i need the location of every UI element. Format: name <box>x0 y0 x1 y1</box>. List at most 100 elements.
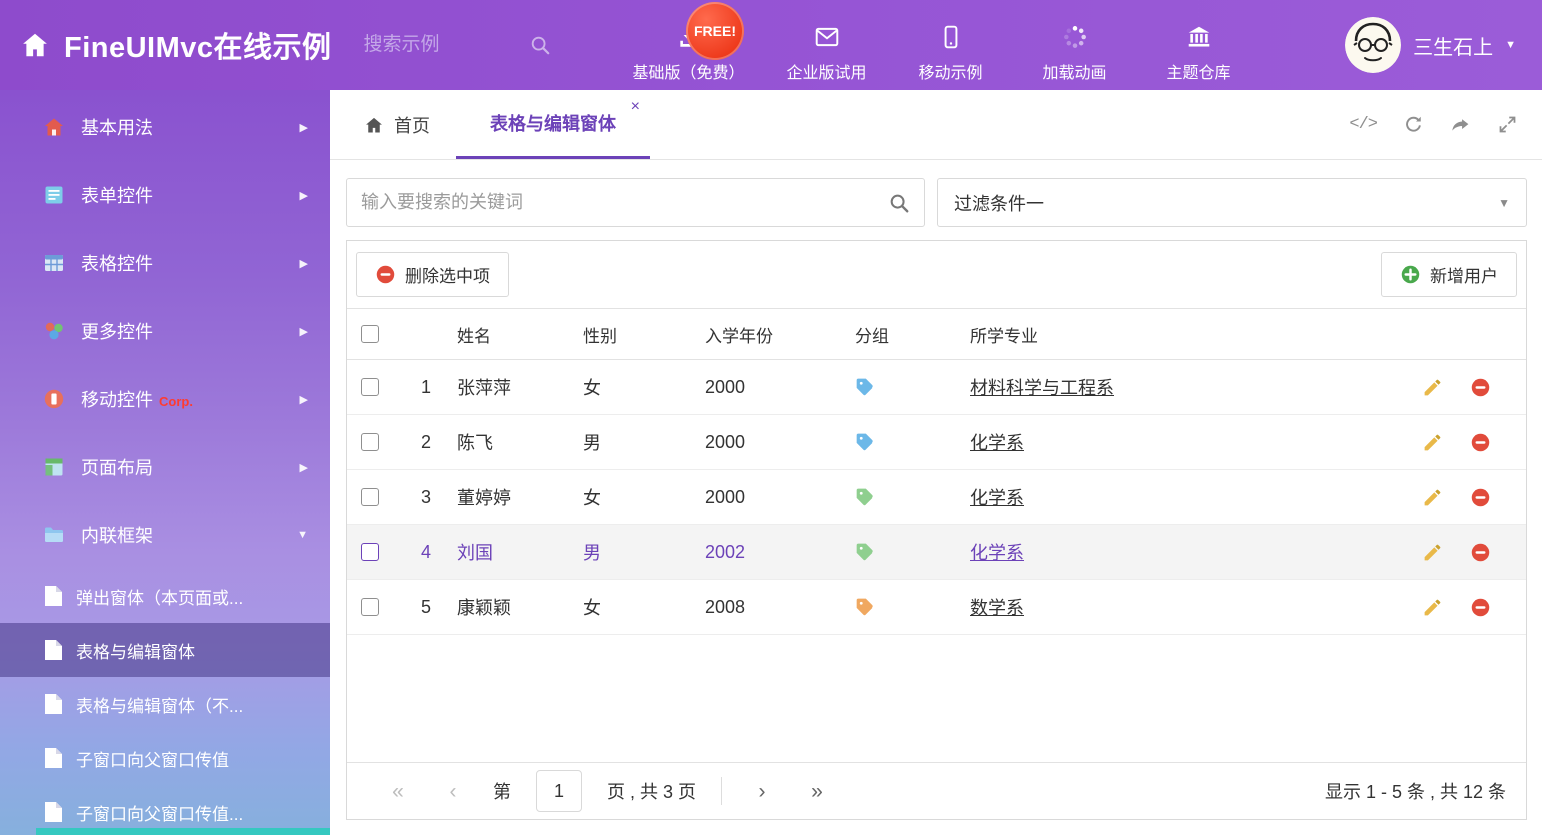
chevron-right-icon: ▶ <box>300 121 308 134</box>
major-link[interactable]: 化学系 <box>970 488 1024 508</box>
cell-name: 董婷婷 <box>449 484 575 510</box>
edit-button[interactable] <box>1422 432 1443 453</box>
header-major: 所学专业 <box>962 322 1414 347</box>
sidebar-item-label: 移动控件 <box>81 386 153 412</box>
view-source-icon[interactable]: </> <box>1349 115 1377 134</box>
delete-button[interactable] <box>1470 542 1491 563</box>
nav-loading-animation[interactable]: 加载动画 <box>1033 24 1117 83</box>
form-icon <box>42 183 66 207</box>
nav-enterprise-trial[interactable]: 企业版试用 <box>785 24 869 83</box>
brand[interactable]: FineUIMvc在线示例 <box>0 24 332 66</box>
sidebar-subitem-child-to-parent[interactable]: 子窗口向父窗口传值 <box>0 731 330 785</box>
sidebar-item-table-controls[interactable]: 表格控件 ▶ <box>0 229 330 297</box>
last-page-button[interactable]: » <box>802 781 832 802</box>
grid-toolbar: 删除选中项 新增用户 <box>347 241 1526 308</box>
app-title: FineUIMvc在线示例 <box>64 24 332 66</box>
cell-gender: 女 <box>575 484 697 510</box>
share-icon[interactable] <box>1450 114 1471 135</box>
minus-circle-icon <box>375 264 396 285</box>
filter-dropdown[interactable]: 过滤条件一 ▼ <box>937 178 1527 227</box>
edit-button[interactable] <box>1422 377 1443 398</box>
nav-mobile-demo[interactable]: 移动示例 <box>909 24 993 83</box>
first-page-button[interactable]: « <box>383 781 413 802</box>
row-checkbox[interactable] <box>361 543 379 561</box>
file-icon <box>44 747 63 769</box>
pagination-controls: « ‹ 第 页 , 共 3 页 › » <box>361 770 832 812</box>
cell-name: 康颖颖 <box>449 594 575 620</box>
delete-button[interactable] <box>1470 432 1491 453</box>
sidebar-subitem-grid-edit-window[interactable]: 表格与编辑窗体 <box>0 623 330 677</box>
add-user-button[interactable]: 新增用户 <box>1381 252 1517 297</box>
sidebar-item-more-controls[interactable]: 更多控件 ▶ <box>0 297 330 365</box>
mobile-controls-icon <box>42 387 66 411</box>
sidebar-item-page-layout[interactable]: 页面布局 ▶ <box>0 433 330 501</box>
table-row[interactable]: 5 康颖颖 女 2008 数学系 <box>347 580 1526 635</box>
bank-icon <box>1186 24 1212 50</box>
table-row-selected[interactable]: 4 刘国 男 2002 化学系 <box>347 525 1526 580</box>
delete-button[interactable] <box>1470 377 1491 398</box>
row-checkbox[interactable] <box>361 488 379 506</box>
search-icon[interactable] <box>888 192 910 214</box>
sidebar-subitem-popup-window[interactable]: 弹出窗体（本页面或... <box>0 569 330 623</box>
row-checkbox[interactable] <box>361 378 379 396</box>
table-search-box <box>346 178 925 227</box>
nav-theme-store[interactable]: 主题仓库 <box>1157 24 1241 83</box>
table-row[interactable]: 1 张萍萍 女 2000 材料科学与工程系 <box>347 360 1526 415</box>
nav-label: 基础版（免费） <box>633 59 745 83</box>
table-row[interactable]: 2 陈飞 男 2000 化学系 <box>347 415 1526 470</box>
delete-button[interactable] <box>1470 487 1491 508</box>
user-name: 三生石上 <box>1413 31 1493 60</box>
page-label-after: 页 , 共 3 页 <box>607 778 696 804</box>
sidebar-nav: 基本用法 ▶ 表单控件 ▶ 表格控件 ▶ 更多控件 ▶ 移动控件Corp. <box>0 90 330 835</box>
sidebar-item-label: 更多控件 <box>81 318 153 344</box>
major-link[interactable]: 化学系 <box>970 433 1024 453</box>
prev-page-button[interactable]: ‹ <box>438 781 468 802</box>
edit-button[interactable] <box>1422 597 1443 618</box>
sidebar-item-basic-usage[interactable]: 基本用法 ▶ <box>0 93 330 161</box>
refresh-icon[interactable] <box>1403 114 1424 135</box>
tab-grid-edit-window[interactable]: 表格与编辑窗体 × <box>456 90 650 159</box>
cell-gender: 男 <box>575 539 697 565</box>
row-checkbox[interactable] <box>361 433 379 451</box>
sidebar-item-label: 基本用法 <box>81 114 153 140</box>
table-row[interactable]: 3 董婷婷 女 2000 化学系 <box>347 470 1526 525</box>
sidebar-item-mobile-controls[interactable]: 移动控件Corp. ▶ <box>0 365 330 433</box>
filter-dropdown-value: 过滤条件一 <box>954 190 1044 216</box>
search-icon[interactable] <box>529 34 551 56</box>
select-all-checkbox[interactable] <box>361 325 379 343</box>
edit-button[interactable] <box>1422 542 1443 563</box>
delete-button[interactable] <box>1470 597 1491 618</box>
house-icon <box>42 115 66 139</box>
major-link[interactable]: 材料科学与工程系 <box>970 378 1114 398</box>
caret-down-icon: ▼ <box>1498 196 1510 210</box>
header-search-input[interactable] <box>364 34 529 56</box>
edit-button[interactable] <box>1422 487 1443 508</box>
next-page-button[interactable]: › <box>747 781 777 802</box>
fullscreen-icon[interactable] <box>1497 114 1518 135</box>
cell-year: 2002 <box>697 542 847 563</box>
row-checkbox[interactable] <box>361 598 379 616</box>
avatar-face-icon <box>1345 17 1401 73</box>
cell-gender: 女 <box>575 374 697 400</box>
sidebar-subitem-grid-edit-window-alt[interactable]: 表格与编辑窗体（不... <box>0 677 330 731</box>
header-name: 姓名 <box>449 322 575 347</box>
pagination-bar: « ‹ 第 页 , 共 3 页 › » 显示 1 - 5 条 , 共 12 条 <box>347 762 1526 819</box>
table-search-input[interactable] <box>361 192 888 213</box>
file-icon <box>44 585 63 607</box>
page-label-before: 第 <box>493 778 511 804</box>
user-menu[interactable]: 三生石上 ▼ <box>1345 17 1542 73</box>
delete-selected-label: 删除选中项 <box>405 262 490 287</box>
row-index: 4 <box>407 542 449 563</box>
tag-icon <box>855 377 875 397</box>
header-search <box>364 34 579 56</box>
sidebar-item-form-controls[interactable]: 表单控件 ▶ <box>0 161 330 229</box>
tab-home[interactable]: 首页 <box>338 90 456 159</box>
major-link[interactable]: 化学系 <box>970 543 1024 563</box>
sidebar-item-inline-frame[interactable]: 内联框架 ▼ <box>0 501 330 569</box>
delete-selected-button[interactable]: 删除选中项 <box>356 252 509 297</box>
layout-icon <box>42 455 66 479</box>
page-number-input[interactable] <box>536 770 582 812</box>
folder-icon <box>42 523 66 547</box>
major-link[interactable]: 数学系 <box>970 598 1024 618</box>
tab-close-icon[interactable]: × <box>631 99 640 115</box>
